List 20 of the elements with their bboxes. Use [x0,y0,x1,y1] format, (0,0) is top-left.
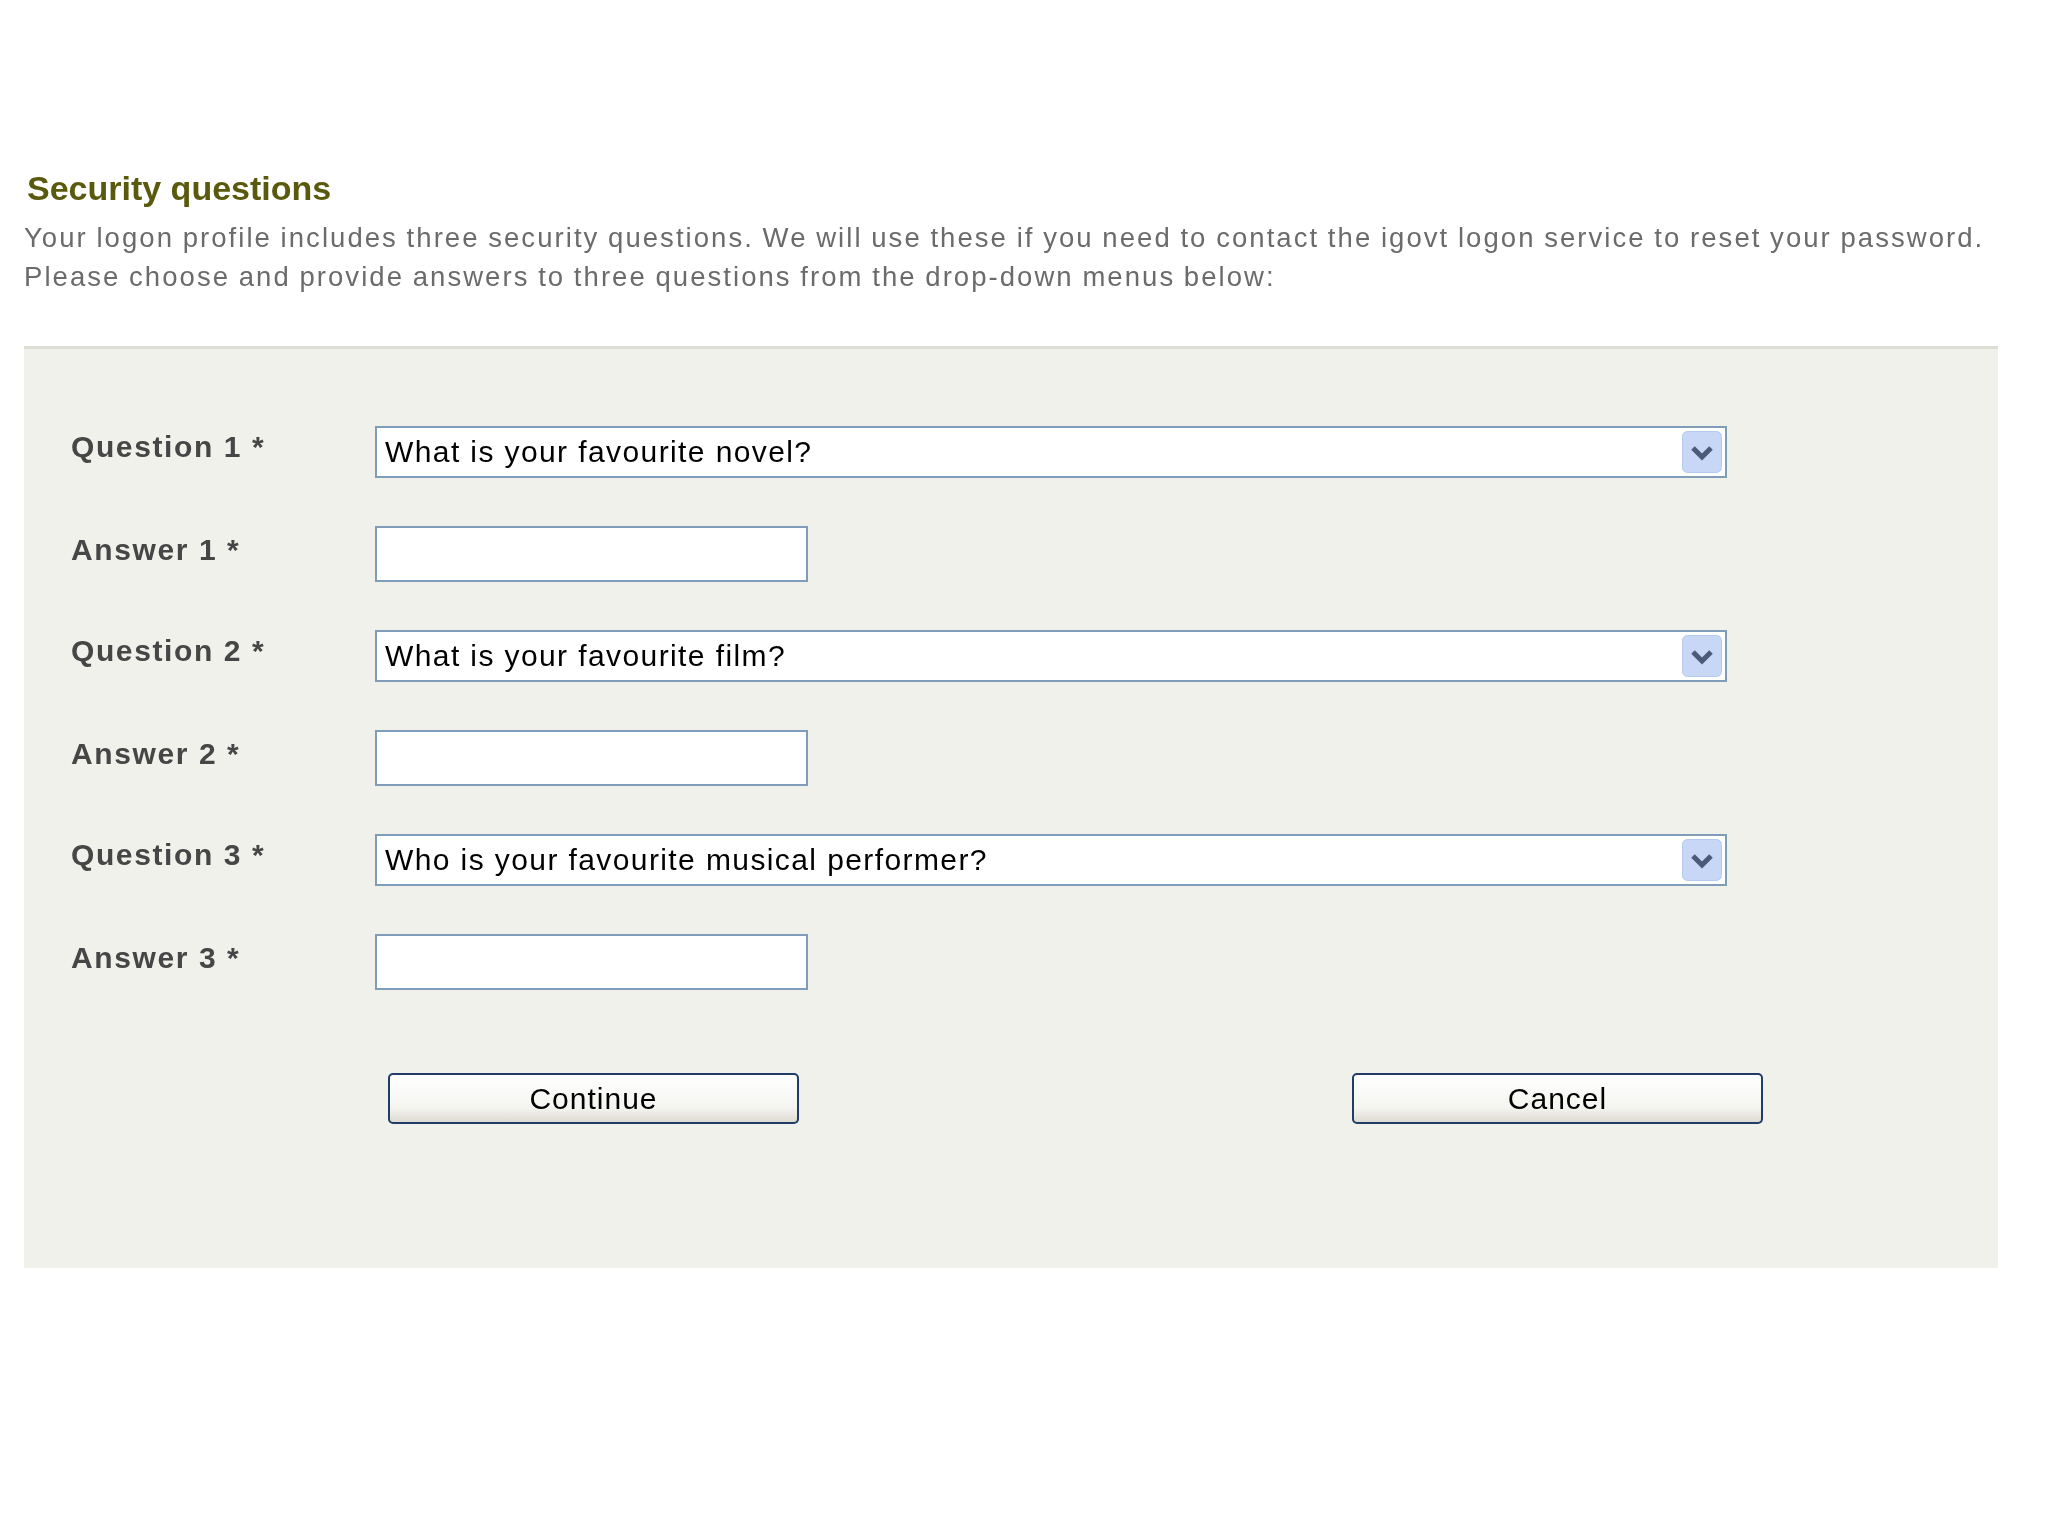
field-label: Question 1 * [71,430,266,464]
input-field[interactable] [375,526,808,582]
input-field[interactable] [375,730,808,786]
field-label: Question 3 * [71,838,266,872]
dropdown[interactable]: What is your favourite novel? [375,426,1727,478]
field-label: Answer 2 * [71,737,241,771]
dropdown[interactable]: Who is your favourite musical performer? [375,834,1727,886]
chevron-down-icon [1682,635,1722,677]
intro-text: Please choose and provide answers to three questions from the drop-down menus below: [24,260,1276,294]
field-label: Answer 1 * [71,533,241,567]
chevron-down-icon [1682,431,1722,473]
field-label: Answer 3 * [71,941,241,975]
input-field[interactable] [375,934,808,990]
page-title: Security questions [27,168,332,208]
chevron-down-icon [1682,839,1722,881]
intro-text: Your logon profile includes three security questions. We will use these if you need to contact the igovt logon service to reset your password. [24,221,1985,255]
form-button[interactable]: Cancel [1352,1073,1763,1124]
dropdown[interactable]: What is your favourite film? [375,630,1727,682]
field-label: Question 2 * [71,634,266,668]
form-button[interactable]: Continue [388,1073,799,1124]
